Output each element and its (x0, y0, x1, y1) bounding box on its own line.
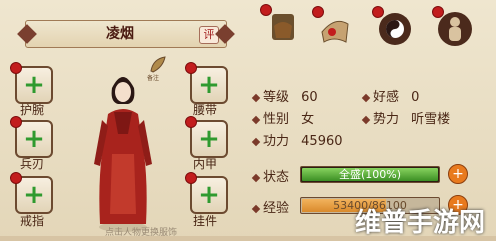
character-name: 凌烟 (106, 26, 134, 42)
slot-label-armor: 内甲 (193, 157, 218, 171)
diamond-icon (251, 93, 261, 103)
alert-dot-icon (372, 6, 384, 18)
level-value: 60 (301, 90, 318, 105)
slot-weapon[interactable]: + (10, 116, 53, 158)
slot-label-belt: 腰带 (193, 103, 218, 117)
slot-label-weapon: 兵刃 (20, 157, 45, 171)
gender-value: 女 (301, 112, 315, 127)
slot-ring[interactable]: + (10, 172, 53, 214)
faction-row: 势力 听雪楼 (361, 108, 451, 127)
diamond-icon (251, 204, 261, 214)
slot-wrist[interactable]: + (10, 62, 53, 104)
character-panel: 凌烟 评 + 护腕 + 兵刃 + 戒指 + 腰带 + 内甲 + 挂件 备注 等级… (0, 0, 496, 241)
figure-button[interactable] (432, 6, 474, 48)
character-figure[interactable] (88, 64, 158, 234)
alert-dot-icon (312, 6, 324, 18)
level-row: 等级 60 (251, 86, 318, 105)
status-plus-button[interactable]: + (448, 164, 468, 184)
diamond-icon (251, 137, 261, 147)
diamond-icon (361, 115, 371, 125)
favor-row: 好感 0 (361, 86, 420, 105)
power-row: 功力 45960 (251, 130, 343, 149)
name-banner: 凌烟 评 (25, 20, 227, 48)
watermark: 维普手游网 (355, 208, 486, 238)
status-text: 全盛(100%) (338, 168, 402, 181)
destiny-icon[interactable] (260, 4, 302, 46)
favor-value: 0 (411, 90, 420, 105)
plus-icon: + (23, 70, 45, 100)
alert-dot-icon (432, 6, 444, 18)
plus-icon: + (198, 70, 220, 100)
alert-dot-icon (260, 4, 272, 16)
plus-icon: + (23, 180, 45, 210)
gender-row: 性别 女 (251, 108, 315, 127)
slot-belt[interactable]: + (185, 62, 228, 104)
taiji-button[interactable] (372, 6, 414, 48)
rate-badge[interactable]: 评 (199, 26, 219, 44)
slot-pendant[interactable]: + (185, 172, 228, 214)
bottom-bar (0, 236, 496, 241)
status-label: 状态 (251, 166, 289, 185)
exp-label: 经验 (251, 197, 289, 216)
plus-icon: + (198, 124, 220, 154)
faction-value: 听雪楼 (411, 112, 451, 127)
slot-label-wrist: 护腕 (20, 103, 45, 117)
book-button[interactable] (312, 6, 354, 48)
plus-icon: + (23, 124, 45, 154)
plus-icon: + (198, 180, 220, 210)
slot-label-ring: 戒指 (20, 214, 45, 228)
power-value: 45960 (301, 134, 343, 149)
slot-label-pendant: 挂件 (193, 214, 218, 228)
diamond-icon (251, 173, 261, 183)
character-sprite (94, 77, 152, 232)
diamond-icon (251, 115, 261, 125)
status-bar: 全盛(100%) (300, 166, 440, 183)
diamond-icon (361, 93, 371, 103)
slot-armor[interactable]: + (185, 116, 228, 158)
